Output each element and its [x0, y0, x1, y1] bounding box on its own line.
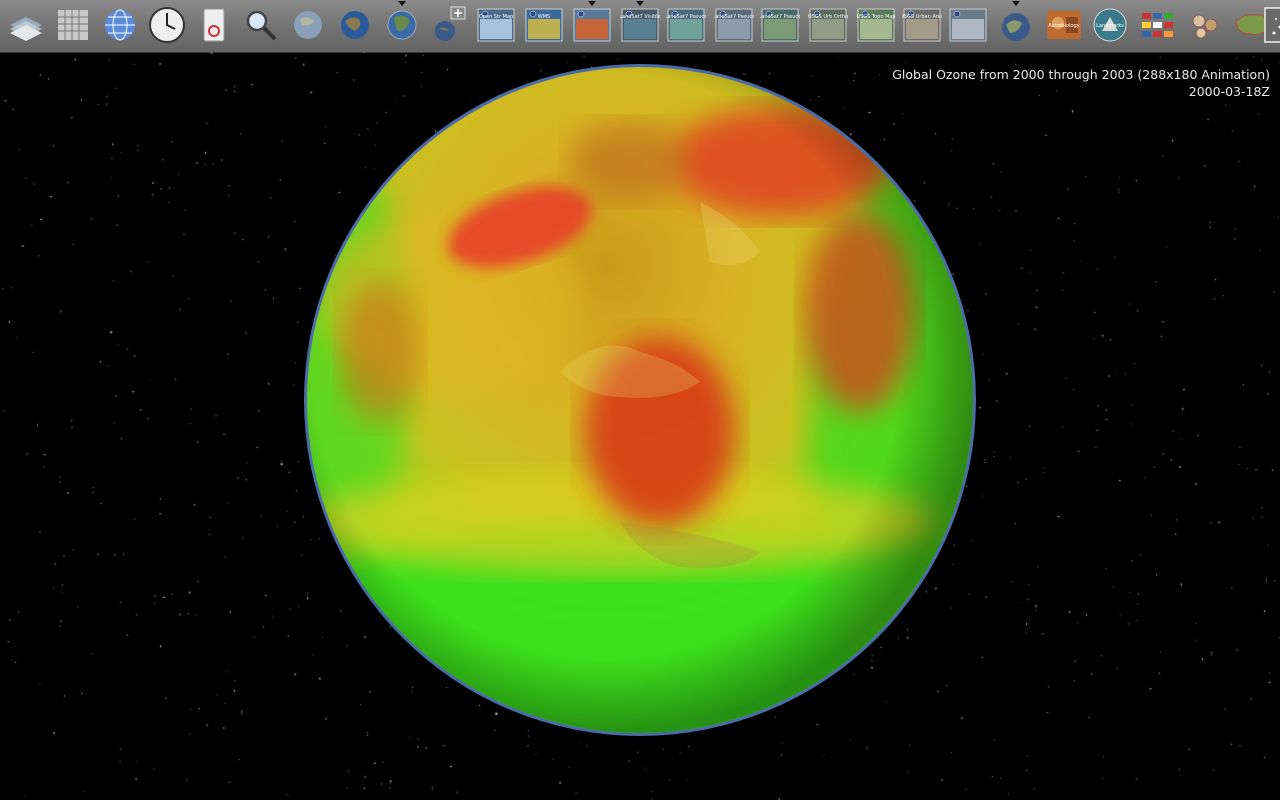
chevron-down-icon[interactable] — [398, 1, 406, 6]
stars-toggle-icon — [1263, 7, 1280, 43]
ozone-overlay — [307, 67, 973, 733]
flags-button[interactable] — [1138, 5, 1178, 45]
add-layer-button[interactable] — [429, 5, 469, 45]
landsat-pseudo-2-icon: LandSat7 Pseudo — [714, 8, 754, 42]
map-photo-button[interactable] — [948, 5, 988, 45]
ozone-anim-button[interactable] — [572, 5, 612, 45]
usgs-urban-area-icon: USGS Urban Area — [902, 8, 942, 42]
usgs-urban-ortho-button[interactable]: USGS Urb Ortho — [808, 5, 848, 45]
layers-icon — [10, 17, 42, 41]
usgs-urban-ortho-label: USGS Urb Ortho — [808, 14, 848, 20]
globe-4-button[interactable] — [996, 5, 1036, 45]
globe-3-button[interactable] — [382, 5, 422, 45]
globe-3-icon — [387, 10, 417, 40]
usgs-topo-map-label: USGS Topo Map — [856, 14, 895, 20]
landmarks-button[interactable]: Landmarks — [1090, 5, 1130, 45]
open-street-map-icon: Open Str Map — [477, 8, 515, 42]
wms-button[interactable]: WMS — [524, 5, 564, 45]
stars-toggle-button[interactable] — [1262, 5, 1280, 45]
scalebar-icon — [203, 8, 225, 42]
sci-map-button[interactable] — [1185, 5, 1225, 45]
overlay-title: Global Ozone from 2000 through 2003 (288… — [892, 67, 1270, 82]
wms-icon: WMS — [525, 8, 563, 42]
landsat-pseudo-2-label: LandSat7 Pseudo — [714, 14, 754, 20]
search-button[interactable] — [241, 5, 281, 45]
globe-2-icon — [341, 11, 369, 39]
layer-info-overlay: Global Ozone from 2000 through 2003 (288… — [892, 66, 1270, 100]
landsat-visible-button[interactable]: LandSat7 Visible — [620, 5, 660, 45]
chevron-down-icon[interactable] — [588, 1, 596, 6]
landsat-pseudo-3-icon: LandSat7 Pseudo — [760, 8, 800, 42]
map-photo-icon — [949, 8, 987, 42]
landsat-pseudo-button[interactable]: LandSat7 Pseudo — [666, 5, 706, 45]
landmarks-label: Landmarks — [1096, 23, 1124, 29]
landmarks-icon: Landmarks — [1093, 8, 1127, 42]
layers-button[interactable] — [6, 5, 46, 45]
ozone-anim-icon — [573, 8, 611, 42]
lat-lon-grid-icon — [58, 10, 88, 40]
globe-2-button[interactable] — [335, 5, 375, 45]
chevron-down-icon[interactable] — [1012, 1, 1020, 6]
astrobiology-icon: Astrobiology — [1047, 11, 1081, 39]
astrobiology-button[interactable]: Astrobiology — [1044, 5, 1084, 45]
wms-label: WMS — [538, 14, 550, 20]
usgs-topo-map-icon: USGS Topo Map — [856, 8, 896, 42]
usgs-topo-map-button[interactable]: USGS Topo Map — [856, 5, 896, 45]
landsat-visible-icon: LandSat7 Visible — [620, 8, 660, 42]
usgs-urban-area-button[interactable]: USGS Urban Area — [902, 5, 942, 45]
landsat-pseudo-3-button[interactable]: LandSat7 Pseudo — [760, 5, 800, 45]
overlay-date: 2000-03-18Z — [1188, 84, 1270, 99]
scalebar-button[interactable] — [194, 5, 234, 45]
add-layer-icon — [435, 6, 466, 41]
search-icon — [246, 10, 277, 41]
landsat-pseudo-icon: LandSat7 Pseudo — [666, 8, 706, 42]
place-names-button[interactable] — [100, 5, 140, 45]
place-names-icon — [105, 9, 135, 41]
globe[interactable] — [0, 52, 1280, 800]
blue-marble-icon — [294, 11, 322, 39]
chevron-down-icon[interactable] — [636, 1, 644, 6]
time-icon — [149, 7, 185, 43]
flags-icon — [1142, 13, 1173, 37]
toolbar: Open Str Map WMS LandSat7 Visible LandSat7 … — [0, 0, 1280, 53]
landsat-pseudo-3-label: LandSat7 Pseudo — [760, 14, 800, 20]
astrobiology-label: Astrobiology — [1048, 23, 1079, 29]
open-street-map-button[interactable]: Open Str Map — [476, 5, 516, 45]
sci-map-icon — [1192, 14, 1218, 39]
blue-marble-button[interactable] — [288, 5, 328, 45]
landsat-pseudo-label: LandSat7 Pseudo — [666, 14, 706, 20]
globe-4-icon — [1002, 13, 1030, 41]
landsat-visible-label: LandSat7 Visible — [620, 14, 660, 20]
open-street-map-label: Open Str Map — [479, 14, 513, 20]
usgs-urban-ortho-icon: USGS Urb Ortho — [808, 8, 848, 42]
usgs-urban-area-label: USGS Urban Area — [902, 14, 942, 20]
time-button[interactable] — [147, 5, 187, 45]
globe-viewport[interactable] — [0, 52, 1280, 800]
landsat-pseudo-2-button[interactable]: LandSat7 Pseudo — [714, 5, 754, 45]
lat-lon-grid-button[interactable] — [53, 5, 93, 45]
